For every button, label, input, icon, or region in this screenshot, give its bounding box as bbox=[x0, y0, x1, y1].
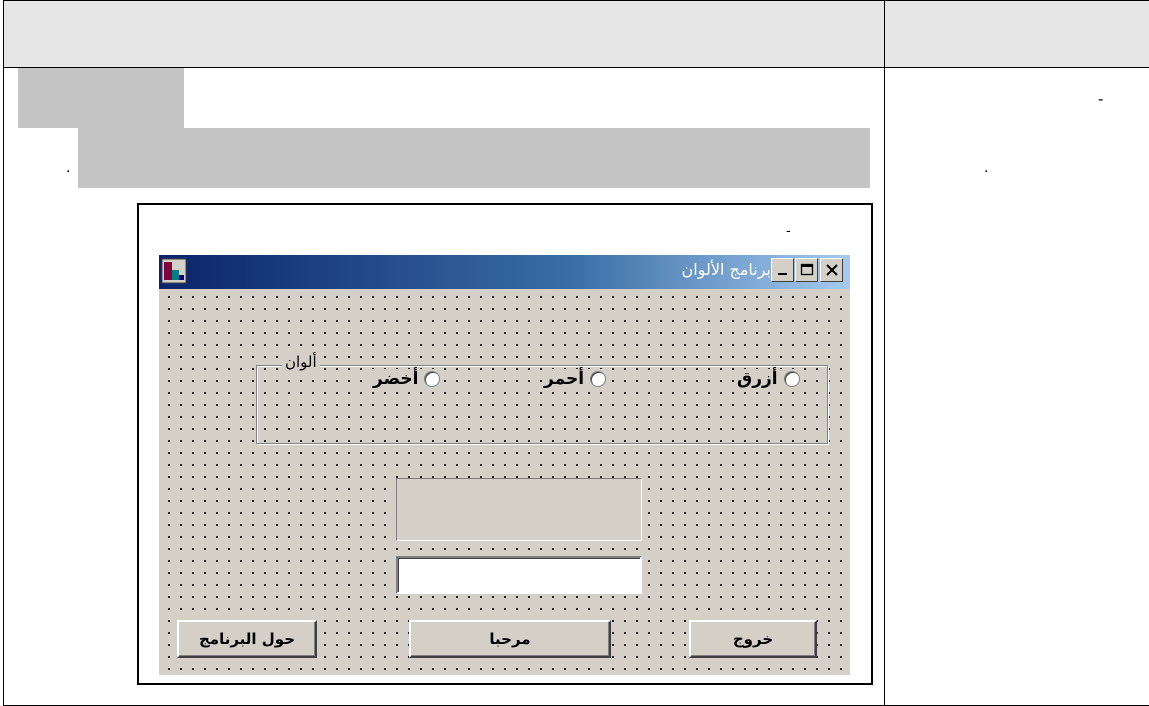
table-header-row bbox=[4, 1, 1149, 68]
radio-button-circle[interactable] bbox=[424, 371, 441, 387]
right-column-dot: . bbox=[984, 159, 989, 176]
minimize-icon bbox=[777, 273, 787, 275]
groupbox-label: ألوان bbox=[282, 353, 320, 371]
radio-green[interactable]: أخضر bbox=[371, 369, 443, 389]
radio-red-label: أحمر bbox=[544, 369, 585, 389]
form-client-area: ألوان أزرق أحمر أخضر خروج مرحبا حول البر… bbox=[159, 289, 850, 675]
maximize-button[interactable] bbox=[795, 258, 818, 282]
app-icon bbox=[161, 258, 187, 284]
radio-button-circle[interactable] bbox=[590, 371, 607, 387]
form-window: برنامج الألوان ألوان أزرق أحمر أخضر خروج… bbox=[159, 255, 850, 675]
close-button[interactable] bbox=[820, 258, 843, 282]
gray-block-wide bbox=[78, 128, 870, 188]
radio-button-circle[interactable] bbox=[783, 371, 800, 387]
radio-blue[interactable]: أزرق bbox=[735, 369, 802, 389]
radio-red[interactable]: أحمر bbox=[542, 369, 609, 389]
maximize-icon bbox=[800, 263, 813, 276]
gray-block-top bbox=[18, 68, 184, 128]
hello-button[interactable]: مرحبا bbox=[409, 620, 611, 658]
about-button[interactable]: حول البرنامج bbox=[177, 620, 317, 658]
output-label bbox=[396, 478, 642, 541]
window-title: برنامج الألوان bbox=[681, 260, 772, 279]
left-dot: . bbox=[66, 159, 71, 176]
exit-button[interactable]: خروج bbox=[689, 620, 817, 658]
column-divider bbox=[884, 0, 885, 706]
minimize-button[interactable] bbox=[771, 258, 794, 282]
close-icon bbox=[825, 264, 838, 276]
figure-dash: - bbox=[786, 222, 791, 238]
title-bar[interactable]: برنامج الألوان bbox=[159, 255, 850, 289]
text-input[interactable] bbox=[396, 556, 642, 594]
radio-blue-label: أزرق bbox=[737, 369, 778, 389]
right-column-dash: - bbox=[1098, 91, 1104, 108]
radio-green-label: أخضر bbox=[373, 369, 419, 389]
